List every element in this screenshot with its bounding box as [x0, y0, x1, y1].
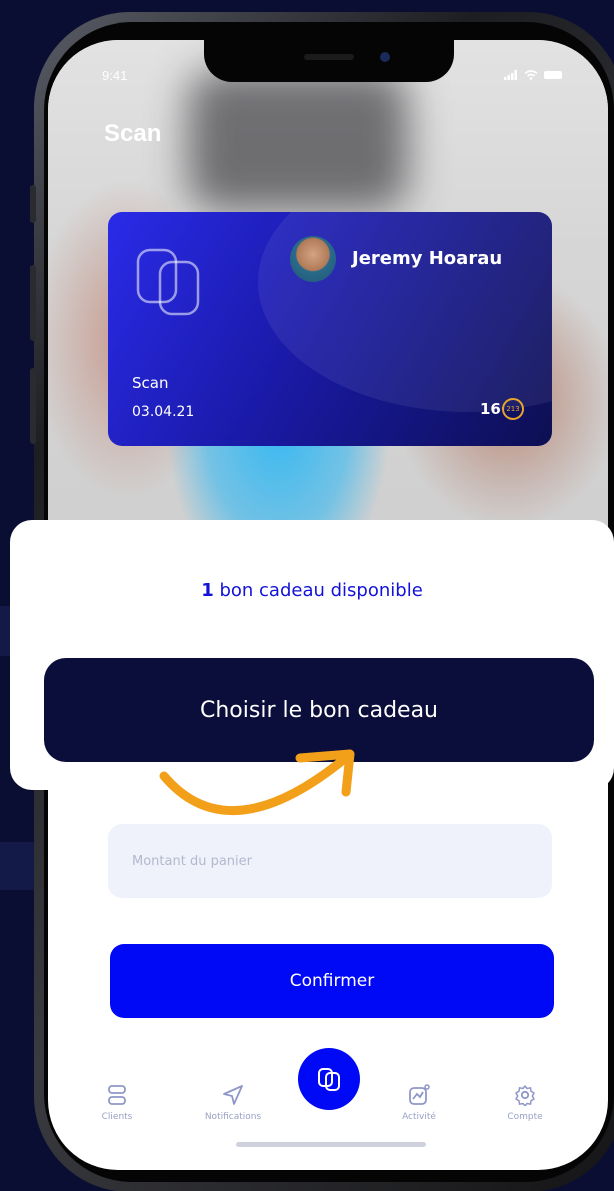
nav-label-clients: Clients	[101, 1112, 133, 1122]
voucher-availability-text: 1 bon cadeau disponible	[10, 580, 614, 601]
send-icon	[223, 1085, 243, 1105]
nav-label-compte: Compte	[507, 1112, 543, 1122]
confirm-button[interactable]: Confirmer	[110, 944, 554, 1018]
home-indicator	[236, 1142, 426, 1147]
nav-label-notifications: Notifications	[204, 1112, 262, 1122]
card-points: 16	[480, 400, 501, 418]
battery-icon	[544, 71, 562, 79]
status-icons	[504, 70, 562, 80]
nav-item-clients[interactable]: Clients	[72, 1084, 162, 1122]
scan-nav-button[interactable]	[298, 1048, 360, 1110]
gear-icon	[515, 1085, 535, 1106]
voucher-count: 1	[201, 580, 214, 601]
signal-icon	[504, 70, 517, 80]
scan-icon	[318, 1068, 340, 1091]
camera-shadow	[188, 70, 408, 210]
card-date: 03.04.21	[132, 404, 195, 420]
clients-icon	[108, 1085, 126, 1105]
activity-icon	[409, 1084, 430, 1105]
nav-item-notifications[interactable]: Notifications	[188, 1084, 278, 1122]
page-title: Scan	[104, 120, 162, 147]
wifi-icon	[524, 70, 538, 80]
volume-up-button	[30, 265, 36, 341]
card-holder-name: Jeremy Hoarau	[352, 248, 503, 269]
avatar	[290, 236, 336, 282]
notch	[204, 40, 454, 82]
nav-item-compte[interactable]: Compte	[480, 1084, 570, 1122]
mute-switch	[30, 185, 36, 223]
curved-arrow-icon	[159, 749, 355, 816]
loyalty-card: Jeremy Hoarau Scan 03.04.21 16 213	[108, 212, 552, 446]
voucher-message: bon cadeau disponible	[219, 580, 423, 601]
card-label: Scan	[132, 374, 169, 392]
nav-item-activite[interactable]: Activité	[374, 1084, 464, 1122]
volume-down-button	[30, 368, 36, 444]
brand-logo-icon	[136, 248, 200, 316]
status-time: 9:41	[102, 68, 128, 83]
front-camera	[380, 52, 390, 62]
speaker-grille	[304, 54, 354, 60]
nav-label-activite: Activité	[402, 1112, 436, 1122]
points-coin-icon: 213	[502, 398, 524, 420]
